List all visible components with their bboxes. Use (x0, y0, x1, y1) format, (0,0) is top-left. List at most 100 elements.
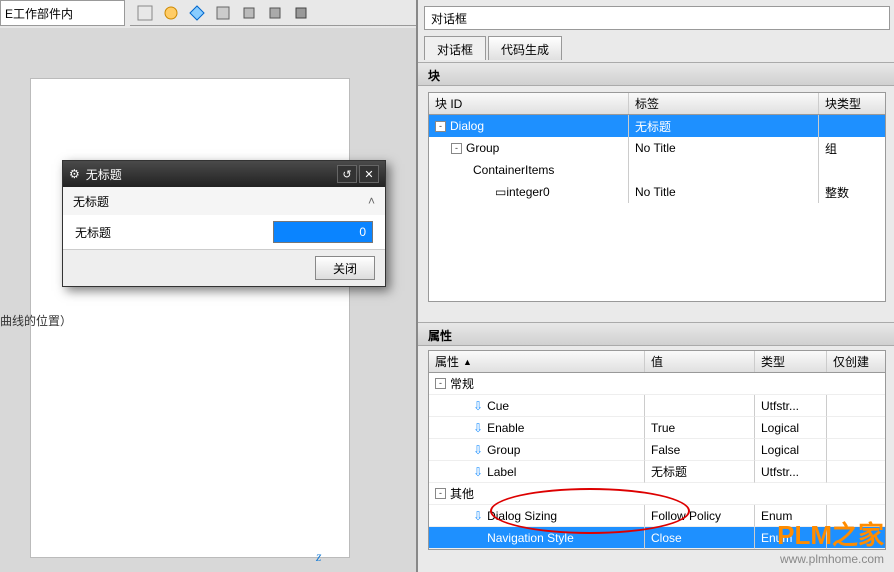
prop-value[interactable]: Follow Policy (645, 505, 755, 527)
tree-toggle-icon[interactable]: - (435, 121, 446, 132)
block-type: 整数 (819, 181, 885, 203)
col-header-type[interactable]: 类型 (755, 351, 827, 372)
watermark-url: www.plmhome.com (777, 552, 884, 566)
tree-toggle-icon[interactable]: - (435, 488, 446, 499)
tool-icon[interactable] (136, 4, 154, 22)
prop-type: Logical (755, 417, 827, 439)
block-row[interactable]: -Group No Title组 (429, 137, 885, 159)
group-name: 其他 (450, 485, 474, 502)
prop-value[interactable] (645, 395, 755, 417)
prop-arrow-icon: ⇩ (473, 421, 483, 435)
prop-value[interactable]: True (645, 417, 755, 439)
prop-group-row[interactable]: - 其他 (429, 483, 885, 505)
props-header-row: 属性▲ 值 类型 仅创建 (429, 351, 885, 373)
tool-icon[interactable] (214, 4, 232, 22)
workpart-dropdown[interactable]: E工作部件内 (0, 0, 125, 26)
block-id: integer0 (506, 185, 549, 199)
reset-button[interactable]: ↺ (337, 165, 357, 183)
block-row[interactable]: -Dialog无标题 (429, 115, 885, 137)
col-header-prop[interactable]: 属性▲ (429, 351, 645, 372)
prop-init (827, 439, 885, 461)
preview-dialog: ⚙ 无标题 ↺ ✕ 无标题 ˄ 无标题 关闭 (62, 160, 386, 287)
search-input[interactable] (424, 6, 890, 30)
prop-row[interactable]: ⇩ Label 无标题Utfstr... (429, 461, 885, 483)
prop-row[interactable]: ⇩CueUtfstr... (429, 395, 885, 417)
prop-name: Navigation Style (487, 531, 574, 545)
group-header[interactable]: 无标题 ˄ (63, 187, 385, 215)
tree-toggle-icon[interactable]: - (451, 143, 462, 154)
prop-group-row[interactable]: - 常规 (429, 373, 885, 395)
prop-arrow-icon: ⇩ (473, 465, 483, 479)
blocks-table: 块 ID 标签 块类型 -Dialog无标题-GroupNo Title组Con… (428, 92, 886, 302)
close-button[interactable]: 关闭 (315, 256, 375, 280)
prop-arrow-icon: ⇩ (473, 399, 483, 413)
block-type (819, 159, 885, 181)
col-header-init[interactable]: 仅创建 (827, 351, 885, 372)
col-header-label[interactable]: 标签 (629, 93, 819, 114)
tool-icon[interactable] (188, 4, 206, 22)
field-label: 无标题 (75, 224, 273, 241)
prop-type: Logical (755, 439, 827, 461)
workpart-label: E工作部件内 (5, 5, 73, 22)
watermark: PLM之家 www.plmhome.com (777, 515, 884, 566)
block-type (819, 115, 885, 137)
blocks-header-row: 块 ID 标签 块类型 (429, 93, 885, 115)
props-section-title: 属性 (418, 322, 894, 346)
side-text: 曲线的位置） (0, 312, 72, 329)
cube-icon[interactable] (292, 4, 310, 22)
prop-arrow-icon: ⇩ (473, 509, 483, 523)
gear-icon: ⚙ (69, 167, 80, 181)
prop-row[interactable]: ⇩ Enable TrueLogical (429, 417, 885, 439)
close-icon[interactable]: ✕ (359, 165, 379, 183)
prop-arrow-icon: ⇩ (473, 531, 483, 545)
integer-input[interactable] (273, 221, 373, 243)
tab-dialog[interactable]: 对话框 (424, 36, 486, 60)
prop-type: Utfstr... (755, 395, 827, 417)
block-id: Dialog (450, 119, 484, 133)
block-id: ContainerItems (473, 163, 554, 177)
prop-name: Dialog Sizing (487, 509, 557, 523)
z-axis-label: z (316, 550, 321, 566)
main-toolbar (130, 0, 416, 26)
prop-value[interactable]: Close (645, 527, 755, 549)
prop-name: Enable (487, 421, 524, 435)
block-row[interactable]: ▭ integer0 No Title整数 (429, 181, 885, 203)
sort-asc-icon: ▲ (463, 357, 472, 367)
dialog-group: 无标题 ˄ 无标题 (63, 187, 385, 250)
prop-name: Group (487, 443, 520, 457)
block-id: Group (466, 141, 499, 155)
prop-type: Utfstr... (755, 461, 827, 483)
prop-arrow-icon: ⇩ (473, 443, 483, 457)
prop-value[interactable]: 无标题 (645, 461, 755, 483)
block-label: No Title (629, 181, 819, 203)
col-header-type[interactable]: 块类型 (819, 93, 885, 114)
block-label (629, 159, 819, 181)
prop-init (827, 395, 885, 417)
block-type: 组 (819, 137, 885, 159)
tab-codegen[interactable]: 代码生成 (488, 36, 562, 60)
watermark-title: PLM之家 (777, 515, 884, 552)
blocks-section-title: 块 (418, 62, 894, 86)
dialog-titlebar[interactable]: ⚙ 无标题 ↺ ✕ (63, 161, 385, 187)
prop-init (827, 461, 885, 483)
dialog-title: 无标题 (86, 166, 122, 183)
group-name: 常规 (450, 375, 474, 392)
col-header-val[interactable]: 值 (645, 351, 755, 372)
canvas-area (0, 28, 416, 572)
block-label: No Title (629, 137, 819, 159)
tree-toggle-icon[interactable]: - (435, 378, 446, 389)
chevron-up-icon: ˄ (359, 194, 375, 208)
block-row[interactable]: ContainerItems (429, 159, 885, 181)
prop-row[interactable]: ⇩ Group FalseLogical (429, 439, 885, 461)
tool-icon[interactable] (162, 4, 180, 22)
integer-icon: ▭ (495, 185, 506, 199)
dialog-footer: 关闭 (63, 250, 385, 286)
cube-icon[interactable] (266, 4, 284, 22)
cube-icon[interactable] (240, 4, 258, 22)
canvas[interactable] (30, 78, 350, 558)
col-header-id[interactable]: 块 ID (429, 93, 629, 114)
prop-value[interactable]: False (645, 439, 755, 461)
tab-bar: 对话框 代码生成 (424, 36, 564, 60)
properties-panel: 对话框 代码生成 块 块 ID 标签 块类型 -Dialog无标题-GroupN… (416, 0, 894, 572)
prop-name: Label (487, 465, 516, 479)
